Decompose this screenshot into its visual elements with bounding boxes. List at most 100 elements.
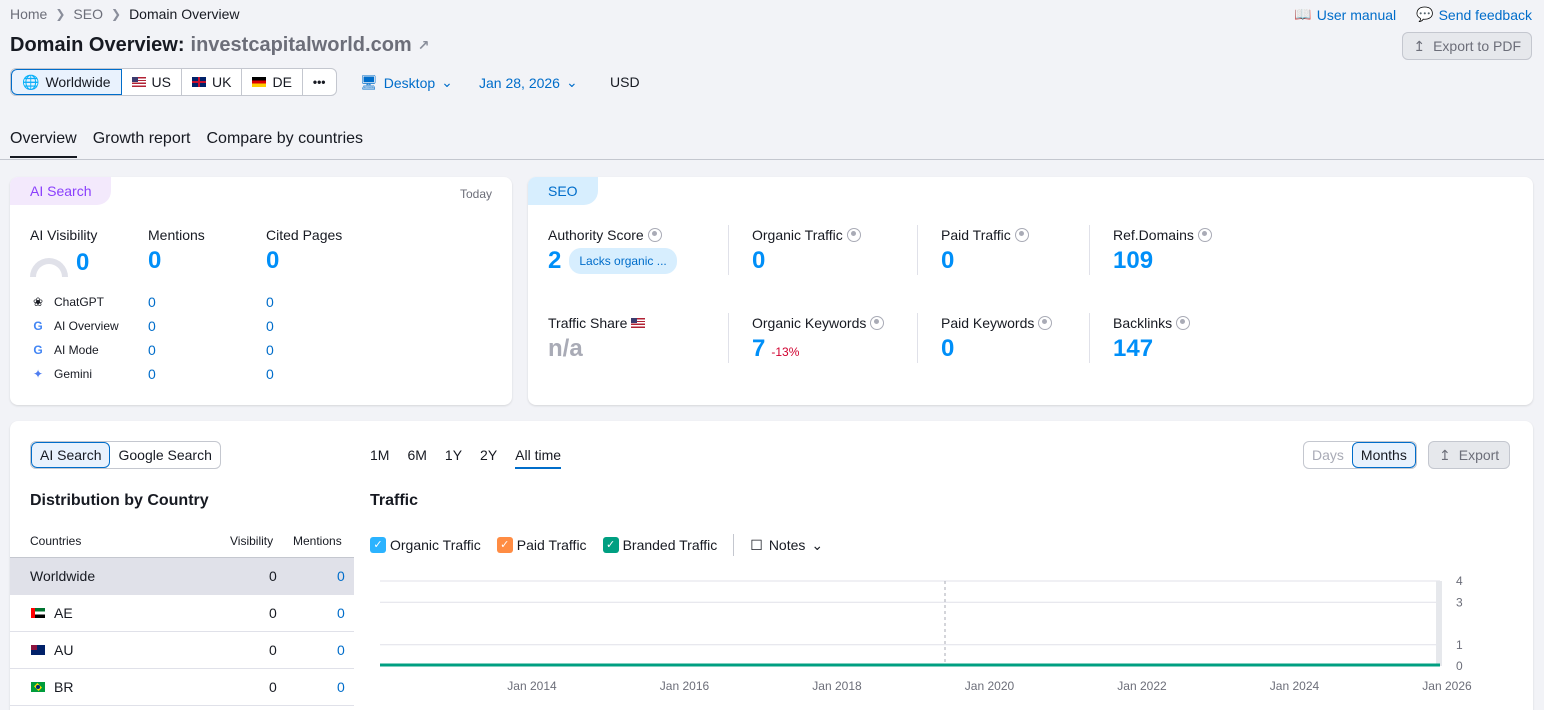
chevron-right-icon: ❯ [111, 7, 122, 21]
source-name: AI Mode [54, 343, 99, 357]
date-dropdown[interactable]: Jan 28, 2026 ⌄ [479, 74, 578, 91]
source-cited-value[interactable]: 0 [266, 342, 274, 358]
source-cited-value[interactable]: 0 [266, 366, 274, 382]
mentions-value[interactable]: 0 [148, 247, 161, 275]
organic-traffic-value[interactable]: 0 [752, 247, 765, 275]
cited-pages-value[interactable]: 0 [266, 247, 279, 275]
db-us-label: US [151, 74, 171, 90]
granularity-months[interactable]: Months [1351, 442, 1416, 468]
chevron-down-icon: ⌄ [441, 74, 453, 90]
divider [728, 313, 729, 363]
db-us[interactable]: US [122, 69, 182, 95]
paid-traffic-value[interactable]: 0 [941, 247, 954, 275]
toggle-google-search[interactable]: Google Search [110, 442, 219, 468]
source-ai-mode: G AI Mode [30, 342, 99, 358]
x-tick-label: Jan 2014 [507, 679, 557, 693]
source-mentions-value[interactable]: 0 [148, 294, 156, 310]
br-flag-icon [31, 682, 45, 692]
table-row[interactable]: AE 0 0 [10, 595, 354, 632]
ref-domains-value[interactable]: 109 [1113, 247, 1153, 275]
source-cited-value[interactable]: 0 [266, 318, 274, 334]
col-mentions[interactable]: Mentions [293, 534, 342, 548]
period-1m[interactable]: 1M [370, 447, 389, 469]
mentions-value[interactable]: 0 [337, 642, 345, 658]
legend-paid[interactable]: ✓ Paid Traffic [496, 537, 587, 553]
divider [917, 225, 918, 275]
source-cited-value[interactable]: 0 [266, 294, 274, 310]
period-2y[interactable]: 2Y [480, 447, 497, 469]
us-flag-icon [631, 318, 646, 328]
organic-keywords-label: Organic Keywords [752, 315, 885, 331]
granularity-toggle: Days Months [1303, 441, 1417, 469]
col-visibility[interactable]: Visibility [230, 534, 273, 548]
mentions-value[interactable]: 0 [337, 568, 345, 584]
tab-compare-by-countries[interactable]: Compare by countries [207, 130, 364, 158]
checkbox-icon: ✓ [496, 537, 513, 553]
mentions-value[interactable]: 0 [337, 605, 345, 621]
period-1y[interactable]: 1Y [445, 447, 462, 469]
period-selector: 1M 6M 1Y 2Y All time [370, 447, 562, 469]
source-mentions-value[interactable]: 0 [148, 318, 156, 334]
db-worldwide[interactable]: 🌐 Worldwide [11, 69, 122, 95]
mentions-value[interactable]: 0 [337, 679, 345, 695]
notes-dropdown[interactable]: ☐ Notes ⌄ [750, 537, 823, 554]
backlinks-value[interactable]: 147 [1113, 335, 1153, 363]
ai-visibility-value[interactable]: 0 [76, 249, 89, 277]
organic-keywords-value[interactable]: 7 [752, 335, 765, 363]
db-more-button[interactable]: ••• [303, 69, 336, 95]
divider [1089, 225, 1090, 275]
table-row[interactable]: BR 0 0 [10, 669, 354, 706]
db-uk[interactable]: UK [182, 69, 243, 95]
send-feedback-link[interactable]: 💬 Send feedback [1416, 6, 1532, 23]
upload-icon: ↥ [1413, 37, 1426, 54]
device-label: Desktop [383, 74, 436, 91]
tab-overview[interactable]: Overview [10, 130, 77, 158]
export-pdf-button[interactable]: ↥ Export to PDF [1402, 32, 1532, 60]
x-tick-label: Jan 2018 [812, 679, 862, 693]
traffic-title: Traffic [370, 492, 419, 509]
divider [728, 225, 729, 275]
lacks-organic-badge[interactable]: Lacks organic ... [569, 248, 677, 274]
de-flag-icon [252, 77, 267, 87]
table-row[interactable]: Worldwide 0 0 [10, 558, 354, 595]
y-tick-label: 3 [1456, 595, 1463, 609]
period-all-time[interactable]: All time [515, 447, 562, 469]
source-mentions-value[interactable]: 0 [148, 342, 156, 358]
us-flag-icon [131, 77, 146, 87]
period-6m[interactable]: 6M [407, 447, 426, 469]
breadcrumb-seo[interactable]: SEO [73, 6, 103, 22]
y-tick-label: 4 [1456, 574, 1463, 588]
more-icon: ••• [312, 75, 326, 89]
legend-organic[interactable]: ✓ Organic Traffic [370, 537, 481, 553]
send-feedback-label: Send feedback [1438, 6, 1532, 23]
legend-paid-label: Paid Traffic [516, 537, 587, 553]
authority-score-value[interactable]: 2 [548, 247, 561, 275]
paid-keywords-value[interactable]: 0 [941, 335, 954, 363]
country-name: AU [54, 642, 74, 658]
user-manual-label: User manual [1316, 6, 1397, 23]
y-tick-label: 0 [1456, 659, 1463, 673]
breadcrumb-current: Domain Overview [129, 6, 240, 22]
chart-legend: ✓ Organic Traffic ✓ Paid Traffic ✓ Brand… [370, 534, 823, 556]
legend-branded[interactable]: ✓ Branded Traffic [602, 537, 717, 553]
table-row[interactable]: AU 0 0 [10, 632, 354, 669]
title-domain[interactable]: investcapitalworld.com [191, 34, 412, 57]
granularity-days[interactable]: Days [1304, 442, 1352, 468]
tab-growth-report[interactable]: Growth report [93, 130, 191, 158]
external-link-icon[interactable]: ↗ [418, 37, 430, 54]
divider [1089, 313, 1090, 363]
db-de[interactable]: DE [242, 69, 303, 95]
cited-pages-label: Cited Pages [266, 227, 343, 243]
chevron-down-icon: ⌄ [811, 536, 824, 553]
chatgpt-icon: ❀ [32, 295, 44, 309]
db-de-label: DE [272, 74, 292, 90]
device-dropdown[interactable]: 🖥 Desktop ⌄ [360, 74, 453, 91]
ref-domains-text: Ref.Domains [1113, 227, 1194, 243]
user-manual-link[interactable]: 📖 User manual [1294, 6, 1396, 23]
source-mentions-value[interactable]: 0 [148, 366, 156, 382]
toggle-ai-search[interactable]: AI Search [31, 442, 111, 468]
breadcrumb-home[interactable]: Home [10, 6, 47, 22]
desktop-icon: 🖥 [360, 74, 378, 90]
seo-card: SEO Authority Score 2 Lacks organic ... … [528, 177, 1533, 405]
export-button[interactable]: ↥ Export [1428, 441, 1511, 469]
